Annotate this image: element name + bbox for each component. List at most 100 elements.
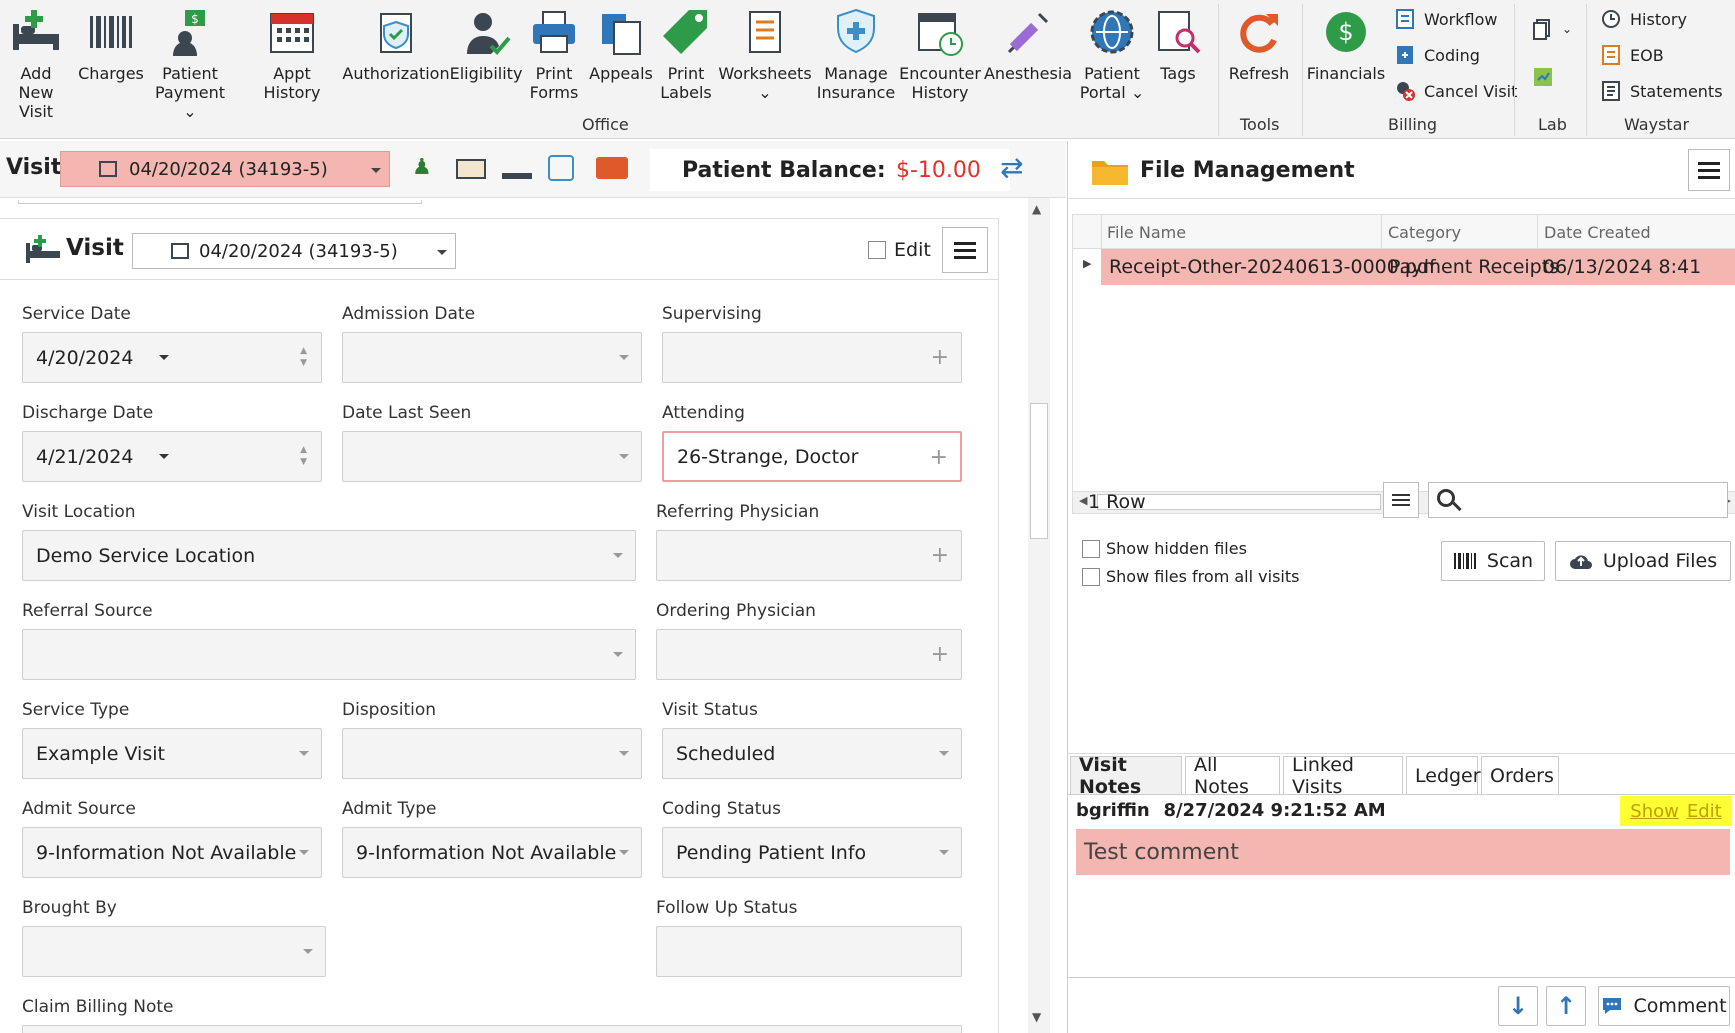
show-all-visits-option[interactable]: Show files from all visits xyxy=(1082,567,1299,586)
date-last-seen-field[interactable] xyxy=(342,431,642,482)
print-forms-button[interactable]: Print Forms xyxy=(526,6,582,102)
admit-type-field[interactable]: 9-Information Not Available xyxy=(342,827,642,878)
comment-button[interactable]: Comment xyxy=(1598,986,1730,1026)
financials-button[interactable]: $ Financials xyxy=(1306,6,1386,83)
ordering-physician-field[interactable]: + xyxy=(656,629,962,680)
eob-button[interactable]: EOB xyxy=(1600,44,1664,66)
workflow-button[interactable]: Workflow xyxy=(1394,8,1497,30)
brought-by-field[interactable] xyxy=(22,926,326,977)
tab-ledger[interactable]: Ledger xyxy=(1406,756,1481,794)
add-new-visit-button[interactable]: Add New Visit xyxy=(4,6,68,121)
show-hidden-files-option[interactable]: Show hidden files xyxy=(1082,539,1247,558)
vertical-scrollbar[interactable]: ▲ ▼ xyxy=(1028,198,1050,1033)
tab-orders[interactable]: Orders xyxy=(1481,756,1559,794)
ribbon-label: Appeals xyxy=(589,64,653,83)
scrollbar-thumb[interactable] xyxy=(1030,403,1048,539)
table-row[interactable]: ▶ Receipt-Other-20240613-0000.pdf Paymen… xyxy=(1073,249,1735,285)
cancel-visit-button[interactable]: Cancel Visit xyxy=(1394,80,1517,102)
print-labels-button[interactable]: Print Labels xyxy=(658,6,714,102)
service-type-field[interactable]: Example Visit xyxy=(22,728,322,779)
attending-field[interactable]: 26-Strange, Doctor + xyxy=(662,431,962,482)
lab-results-button[interactable] xyxy=(1532,66,1554,88)
referral-source-field[interactable] xyxy=(22,629,636,680)
patient-payment-button[interactable]: $ Patient Payment ⌄ xyxy=(150,6,230,121)
plus-icon[interactable]: + xyxy=(930,445,948,470)
show-all-visits-checkbox[interactable] xyxy=(1082,567,1100,586)
anesthesia-button[interactable]: Anesthesia xyxy=(984,6,1072,83)
plus-icon[interactable]: + xyxy=(931,642,949,667)
authorization-button[interactable]: Authorization xyxy=(342,6,450,83)
visit-menu-button[interactable] xyxy=(942,227,988,273)
tab-linked-visits[interactable]: Linked Visits xyxy=(1283,754,1403,798)
supervising-field[interactable]: + xyxy=(662,332,962,383)
insurance-icon[interactable] xyxy=(548,155,574,181)
manage-insurance-button[interactable]: Manage Insurance xyxy=(816,6,896,102)
disposition-field[interactable] xyxy=(342,728,642,779)
payment-card-icon[interactable] xyxy=(596,157,628,179)
refresh-button[interactable]: Refresh xyxy=(1226,6,1292,83)
plus-icon[interactable]: + xyxy=(931,345,949,370)
admission-date-field[interactable] xyxy=(342,332,642,383)
show-hidden-checkbox[interactable] xyxy=(1082,539,1100,558)
coding-status-field[interactable]: Pending Patient Info xyxy=(662,827,962,878)
tab-all-notes[interactable]: All Notes xyxy=(1185,754,1280,798)
brought-by-label: Brought By xyxy=(22,898,117,918)
grid-options-button[interactable] xyxy=(1383,482,1419,518)
appt-history-button[interactable]: Appt History xyxy=(244,6,340,102)
column-header-category[interactable]: Category xyxy=(1388,223,1461,242)
upload-files-button[interactable]: Upload Files xyxy=(1555,541,1731,581)
worksheets-button[interactable]: Worksheets ⌄ xyxy=(718,6,812,102)
claim-billing-note-field[interactable] xyxy=(22,1025,962,1033)
visit-selector[interactable]: 04/20/2024 (34193-5) xyxy=(60,151,390,187)
coding-button[interactable]: Coding xyxy=(1394,44,1480,66)
spinner-icon[interactable]: ▲ ▼ xyxy=(300,345,307,369)
tags-button[interactable]: Tags xyxy=(1150,6,1206,83)
move-up-button[interactable]: ↑ xyxy=(1546,986,1586,1026)
discharge-date-field[interactable]: 4/21/2024 ▲ ▼ xyxy=(22,431,322,482)
tab-visit-notes[interactable]: Visit Notes xyxy=(1070,754,1182,798)
patient-portal-button[interactable]: Patient Portal ⌄ xyxy=(1076,6,1148,102)
show-hidden-label: Show hidden files xyxy=(1106,539,1247,558)
add-visit-icon[interactable] xyxy=(502,157,532,179)
edit-checkbox[interactable] xyxy=(868,241,886,259)
note-actions: Show Edit xyxy=(1620,796,1732,826)
date-created-cell: 06/13/2024 8:41 xyxy=(1543,256,1702,278)
encounter-history-button[interactable]: Encounter History xyxy=(899,6,981,102)
plus-icon[interactable]: + xyxy=(931,543,949,568)
column-header-date-created[interactable]: Date Created xyxy=(1544,223,1651,242)
ribbon-label: Patient xyxy=(1084,64,1140,83)
scroll-up-icon[interactable]: ▲ xyxy=(1032,202,1041,216)
eligibility-button[interactable]: Eligibility xyxy=(448,6,524,83)
cancel-visit-label: Cancel Visit xyxy=(1424,81,1518,101)
appeals-button[interactable]: Appeals xyxy=(589,6,653,83)
note-show-link[interactable]: Show xyxy=(1630,801,1679,822)
note-edit-link[interactable]: Edit xyxy=(1687,801,1722,822)
follow-up-status-field[interactable] xyxy=(656,926,962,977)
column-header-file-name[interactable]: File Name xyxy=(1107,223,1186,242)
spinner-icon[interactable]: ▲ ▼ xyxy=(300,444,307,468)
file-menu-button[interactable] xyxy=(1688,149,1730,191)
scan-button[interactable]: Scan xyxy=(1441,541,1545,581)
visit-location-field[interactable]: Demo Service Location xyxy=(22,530,636,581)
swap-icon[interactable]: ⇄ xyxy=(1000,151,1023,184)
referring-physician-field[interactable]: + xyxy=(656,530,962,581)
statements-button[interactable]: Statements xyxy=(1600,80,1723,102)
scroll-left-icon[interactable]: ◀ xyxy=(1079,494,1087,507)
patient-icon[interactable]: ♟ xyxy=(412,155,432,180)
charges-button[interactable]: Charges xyxy=(78,6,144,83)
id-card-icon[interactable] xyxy=(456,159,486,179)
supervising-label: Supervising xyxy=(662,304,762,324)
clock-icon xyxy=(1602,10,1620,28)
ribbon-label: Financials xyxy=(1306,64,1386,83)
move-down-button[interactable]: ↓ xyxy=(1498,986,1538,1026)
visit-panel-selector[interactable]: 04/20/2024 (34193-5) xyxy=(132,233,456,269)
waystar-history-button[interactable]: History xyxy=(1600,8,1687,30)
scroll-down-icon[interactable]: ▼ xyxy=(1032,1010,1041,1024)
chevron-down-icon xyxy=(159,454,169,459)
visit-status-field[interactable]: Scheduled xyxy=(662,728,962,779)
service-date-field[interactable]: 4/20/2024 ▲ ▼ xyxy=(22,332,322,383)
row-expand-icon[interactable]: ▶ xyxy=(1083,257,1091,270)
file-search-input[interactable] xyxy=(1428,482,1728,518)
lab-documents-button[interactable]: ⌄ xyxy=(1532,18,1572,40)
admit-source-field[interactable]: 9-Information Not Available xyxy=(22,827,322,878)
